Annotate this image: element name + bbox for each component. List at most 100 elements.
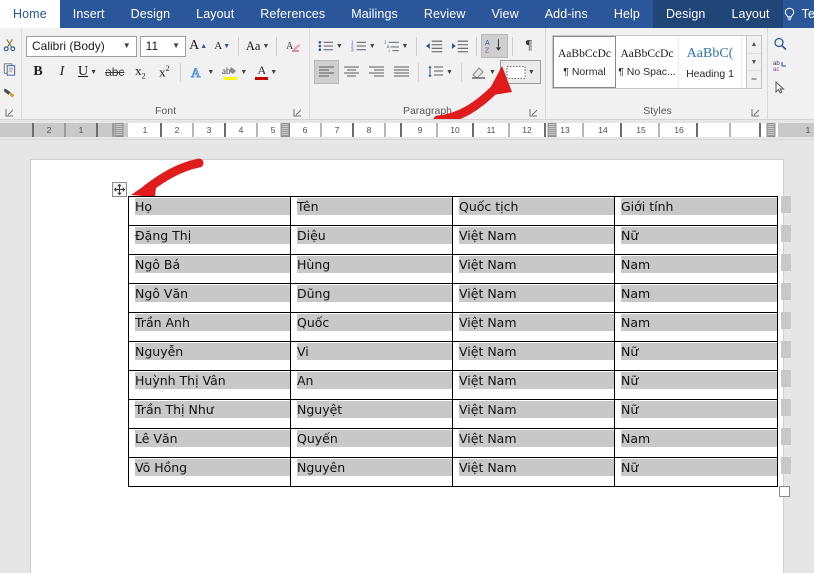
- table-header-cell[interactable]: Quốc tịch: [453, 197, 615, 226]
- tab-design[interactable]: Design: [118, 0, 184, 28]
- table-cell[interactable]: Hùng: [291, 255, 453, 284]
- styles-gallery-scroll[interactable]: ▲ ▼ ═: [747, 35, 762, 89]
- tab-insert[interactable]: Insert: [60, 0, 118, 28]
- table-cell[interactable]: Nữ: [615, 371, 778, 400]
- style-item-normal[interactable]: AaBbCcDc ¶ Normal: [553, 36, 616, 88]
- sort-button[interactable]: A Z: [481, 34, 508, 58]
- table-row[interactable]: Nguyễn Vi Việt Nam Nữ: [129, 342, 778, 371]
- bullets-button[interactable]: ▼: [314, 34, 347, 58]
- chevron-down-icon[interactable]: ▼: [402, 43, 409, 50]
- left-indent-marker[interactable]: [115, 123, 124, 137]
- table-cell[interactable]: Trần Anh: [129, 313, 291, 342]
- tab-mailings[interactable]: Mailings: [338, 0, 411, 28]
- table-header-cell[interactable]: Giới tính: [615, 197, 778, 226]
- table-row[interactable]: Trần Thị Như Nguyệt Việt Nam Nữ: [129, 400, 778, 429]
- text-highlight-button[interactable]: ab ▼: [218, 60, 251, 84]
- table-cell[interactable]: Nữ: [615, 458, 778, 487]
- table-cell[interactable]: Huỳnh Thị Vân: [129, 371, 291, 400]
- tab-help[interactable]: Help: [601, 0, 653, 28]
- table-cell[interactable]: Nam: [615, 313, 778, 342]
- numbering-button[interactable]: 123 ▼: [347, 34, 380, 58]
- tab-table-layout[interactable]: Layout: [718, 0, 782, 28]
- subscript-button[interactable]: x2: [128, 60, 152, 84]
- table-row[interactable]: Ngô Bá Hùng Việt Nam Nam: [129, 255, 778, 284]
- table-cell[interactable]: Ngô Bá: [129, 255, 291, 284]
- document-page[interactable]: Họ Tên Quốc tịch Giới tính Đặng Thị Diệu…: [30, 159, 784, 573]
- table-cell[interactable]: Dũng: [291, 284, 453, 313]
- chevron-down-icon[interactable]: ▼: [369, 43, 376, 50]
- tell-me-box[interactable]: Tell m: [796, 0, 814, 28]
- chevron-down-icon[interactable]: ▼: [120, 42, 134, 50]
- table-cell[interactable]: An: [291, 371, 453, 400]
- table-cell[interactable]: Việt Nam: [453, 429, 615, 458]
- table-cell[interactable]: Việt Nam: [453, 458, 615, 487]
- tab-stop-marker-2[interactable]: [548, 123, 557, 137]
- table-cell[interactable]: Đặng Thị: [129, 226, 291, 255]
- strikethrough-button[interactable]: abc: [101, 60, 128, 84]
- styles-more-icon[interactable]: ═: [747, 71, 761, 88]
- italic-button[interactable]: I: [50, 60, 74, 84]
- text-effects-button[interactable]: A ▼: [185, 60, 218, 84]
- justify-button[interactable]: [389, 60, 414, 84]
- table-cell[interactable]: Nam: [615, 255, 778, 284]
- table-cell[interactable]: Việt Nam: [453, 400, 615, 429]
- paragraph-dialog-launcher[interactable]: [528, 107, 539, 118]
- table-cell[interactable]: Việt Nam: [453, 371, 615, 400]
- tab-layout[interactable]: Layout: [183, 0, 247, 28]
- table-cell[interactable]: Quốc: [291, 313, 453, 342]
- align-right-button[interactable]: [364, 60, 389, 84]
- table-cell[interactable]: Trần Thị Như: [129, 400, 291, 429]
- find-icon[interactable]: [773, 33, 794, 55]
- table-resize-handle[interactable]: [779, 486, 790, 497]
- table-cell[interactable]: Lê Văn: [129, 429, 291, 458]
- increase-indent-button[interactable]: [447, 34, 472, 58]
- underline-button[interactable]: U▼: [74, 60, 101, 84]
- borders-button[interactable]: ▼: [500, 60, 541, 84]
- tab-view[interactable]: View: [478, 0, 531, 28]
- table-cell[interactable]: Việt Nam: [453, 342, 615, 371]
- cut-icon[interactable]: [0, 33, 17, 57]
- right-indent-marker[interactable]: [767, 123, 776, 137]
- styles-dialog-launcher[interactable]: [750, 107, 761, 118]
- change-case-button[interactable]: Aa▼: [243, 34, 272, 58]
- multilevel-list-button[interactable]: 1ai ▼: [380, 34, 413, 58]
- scroll-up-icon[interactable]: ▲: [747, 36, 761, 54]
- table-cell[interactable]: Nữ: [615, 226, 778, 255]
- chevron-down-icon[interactable]: ▼: [262, 43, 269, 50]
- tab-review[interactable]: Review: [411, 0, 479, 28]
- chevron-down-icon[interactable]: ▼: [336, 43, 343, 50]
- decrease-indent-button[interactable]: [421, 34, 446, 58]
- table-cell[interactable]: Việt Nam: [453, 313, 615, 342]
- table-row[interactable]: Ngô Văn Dũng Việt Nam Nam: [129, 284, 778, 313]
- grow-font-button[interactable]: A▲: [186, 34, 210, 58]
- shading-button[interactable]: ▼: [466, 60, 500, 84]
- chevron-down-icon[interactable]: ▼: [528, 69, 535, 76]
- show-formatting-marks-button[interactable]: ¶: [517, 34, 541, 58]
- table-cell[interactable]: Việt Nam: [453, 255, 615, 284]
- tab-table-design[interactable]: Design: [653, 0, 719, 28]
- table-cell[interactable]: Nam: [615, 429, 778, 458]
- superscript-button[interactable]: x2: [152, 60, 176, 84]
- font-size-combo[interactable]: 11 ▼: [140, 36, 186, 57]
- style-item-heading-1[interactable]: AaBbC( Heading 1: [679, 36, 742, 88]
- table-cell[interactable]: Nữ: [615, 342, 778, 371]
- lightbulb-icon[interactable]: [783, 0, 796, 28]
- chevron-down-icon[interactable]: ▼: [169, 42, 183, 50]
- chevron-down-icon[interactable]: ▼: [489, 69, 496, 76]
- style-item-no-spacing[interactable]: AaBbCcDc ¶ No Spac...: [616, 36, 679, 88]
- copy-icon[interactable]: [0, 57, 17, 81]
- clipboard-dialog-launcher[interactable]: [4, 107, 15, 118]
- table-header-row[interactable]: Họ Tên Quốc tịch Giới tính: [129, 197, 778, 226]
- bold-button[interactable]: B: [26, 60, 50, 84]
- table-cell[interactable]: Nguyên: [291, 458, 453, 487]
- tab-add-ins[interactable]: Add-ins: [532, 0, 601, 28]
- table-cell[interactable]: Nguyệt: [291, 400, 453, 429]
- chevron-down-icon[interactable]: ▼: [90, 69, 97, 76]
- table-row[interactable]: Lê Văn Quyến Việt Nam Nam: [129, 429, 778, 458]
- table-cell[interactable]: Ngô Văn: [129, 284, 291, 313]
- chevron-down-icon[interactable]: ▼: [240, 69, 247, 76]
- table-row[interactable]: Huỳnh Thị Vân An Việt Nam Nữ: [129, 371, 778, 400]
- table-row[interactable]: Đặng Thị Diệu Việt Nam Nữ: [129, 226, 778, 255]
- tab-stop-marker[interactable]: [281, 123, 290, 137]
- tab-home[interactable]: Home: [0, 0, 60, 28]
